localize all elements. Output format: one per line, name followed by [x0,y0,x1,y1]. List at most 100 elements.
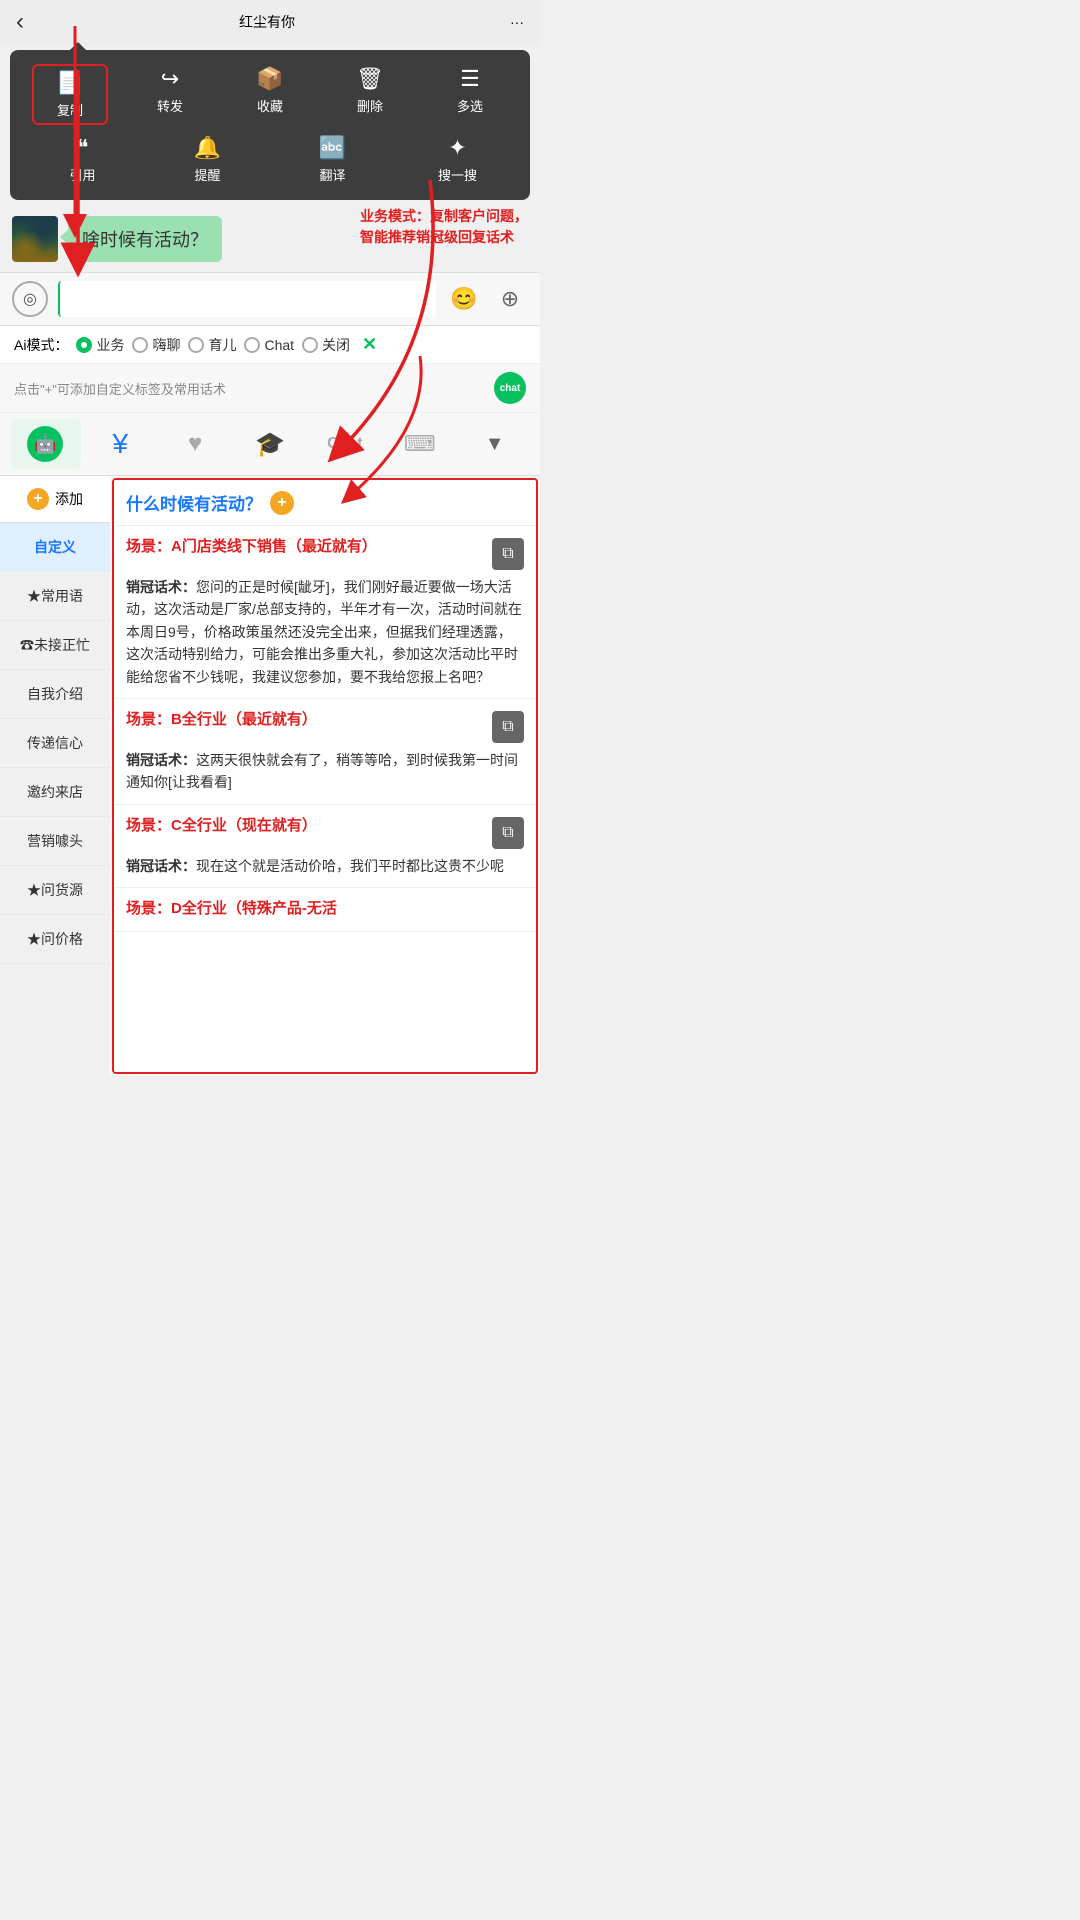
ai-mode-bar: Ai模式： 业务 嗨聊 育儿 Chat 关闭 ✕ [0,326,540,364]
sidebar-item-price[interactable]: ★问价格 [0,915,110,964]
toolbar-keyboard[interactable]: ⌨ [384,419,455,469]
sidebar-item-common[interactable]: ★常用语 [0,572,110,621]
toolbar-chat-text[interactable]: Chat [309,419,380,469]
menu-item-collect[interactable]: 📦 收藏 [234,66,306,123]
radio-parenting[interactable] [188,337,204,353]
copy-a-button[interactable]: ⧉ [492,538,524,570]
copy-c-button[interactable]: ⧉ [492,817,524,849]
sidebar-add-button[interactable]: + 添加 [0,476,110,523]
copy-a-icon: ⧉ [502,545,513,563]
menu-item-search[interactable]: ✦ 搜一搜 [422,135,494,184]
collect-label: 收藏 [257,96,283,115]
plus-button[interactable]: ⊕ [492,281,528,317]
toolbar-graduation[interactable]: 🎓 [235,419,306,469]
header: ‹ 红尘有你 ··· [0,0,540,44]
ai-label: Ai模式： [14,335,68,355]
hint-text: 点击"+"可添加自定义标签及常用话术 [14,379,226,398]
voice-icon: ◎ [23,289,37,309]
sidebar-common-label: ★常用语 [27,588,83,604]
sidebar-item-confidence[interactable]: 传递信心 [0,719,110,768]
delete-icon: 🗑 [356,66,384,92]
emoji-icon: 😊 [450,286,477,312]
sidebar-custom-label: 自定义 [34,539,76,555]
delete-label: 删除 [357,96,383,115]
chat-bubble: 啥时候有活动？ [68,216,222,262]
scenario-a-header: 场景：A门店类线下销售（最近就有） ⧉ [126,536,524,570]
mode-parenting-label: 育儿 [208,335,236,355]
sidebar-item-busy[interactable]: ☎未接正忙 [0,621,110,670]
chat-text-label: Chat [327,435,363,453]
remind-label: 提醒 [194,165,220,184]
sidebar-item-intro[interactable]: 自我介绍 [0,670,110,719]
scenario-b-title: 场景：B全行业（最近就有） [126,709,484,730]
radio-off[interactable] [302,337,318,353]
back-button[interactable]: ‹ [16,8,24,36]
sidebar-confidence-label: 传递信心 [27,735,83,751]
scenario-b: 场景：B全行业（最近就有） ⧉ 销冠话术：这两天很快就会有了，稍等等哈，到时候我… [114,699,536,805]
mode-business-label: 业务 [96,335,124,355]
sidebar-item-source[interactable]: ★问货源 [0,866,110,915]
menu-row-1: 📄 复制 ↪ 转发 📦 收藏 🗑 删除 ☰ 多选 [10,60,530,129]
header-title: 红尘有你 [239,12,295,32]
toolbar-heart[interactable]: ♥ [160,419,231,469]
more-button[interactable]: ··· [510,14,524,30]
menu-item-multiselect[interactable]: ☰ 多选 [434,66,506,123]
yuan-icon: ¥ [113,428,129,460]
toolbar-robot[interactable]: 🤖 [10,419,81,469]
radio-chat[interactable] [244,337,260,353]
close-ai-button[interactable]: ✕ [362,334,377,355]
menu-item-quote[interactable]: ❝ 引用 [47,135,119,184]
plus-icon: ⊕ [501,286,519,312]
multiselect-label: 多选 [457,96,483,115]
mode-off[interactable]: 关闭 [302,335,350,355]
sidebar-busy-label: ☎未接正忙 [20,637,90,653]
main-content: + 添加 自定义 ★常用语 ☎未接正忙 自我介绍 传递信心 邀约来店 营销噱 [0,476,540,1076]
message-input[interactable] [58,281,436,317]
copy-b-icon: ⧉ [502,718,513,736]
sidebar-item-invite[interactable]: 邀约来店 [0,768,110,817]
context-menu: 📄 复制 ↪ 转发 📦 收藏 🗑 删除 ☰ 多选 ❝ 引用 [10,50,530,200]
avatar [12,216,58,262]
scenario-b-content: 销冠话术：这两天很快就会有了，稍等等哈，到时候我第一时间通知你[让我看看] [126,749,524,794]
quote-label: 引用 [69,165,95,184]
mode-off-label: 关闭 [322,335,350,355]
add-circle-icon: + [27,488,49,510]
menu-item-delete[interactable]: 🗑 删除 [334,66,406,123]
hint-bar: 点击"+"可添加自定义标签及常用话术 chat [0,364,540,413]
down-arrow-icon: ▼ [485,433,505,456]
sidebar-marketing-label: 营销噱头 [27,833,83,849]
toolbar-down-arrow[interactable]: ▼ [459,419,530,469]
sidebar: + 添加 自定义 ★常用语 ☎未接正忙 自我介绍 传递信心 邀约来店 营销噱 [0,476,110,1076]
menu-item-forward[interactable]: ↪ 转发 [134,66,206,123]
mode-parenting[interactable]: 育儿 [188,335,236,355]
multiselect-icon: ☰ [460,66,480,92]
toolbar-yuan[interactable]: ¥ [85,419,156,469]
scenario-c-label: 销冠话术： [126,858,196,874]
quote-icon: ❝ [77,135,89,161]
voice-button[interactable]: ◎ [12,281,48,317]
scenario-d-header: 场景：D全行业（特殊产品-无活 [126,898,524,919]
add-yellow-button[interactable]: + [270,491,294,515]
sidebar-item-custom[interactable]: 自定义 [0,523,110,572]
forward-label: 转发 [157,96,183,115]
scenario-a-label: 销冠话术： [126,579,196,595]
radio-business[interactable] [76,337,92,353]
menu-item-remind[interactable]: 🔔 提醒 [172,135,244,184]
menu-item-translate[interactable]: 🔤 翻译 [297,135,369,184]
scenario-d-title: 场景：D全行业（特殊产品-无活 [126,898,524,919]
search-label: 搜一搜 [438,165,477,184]
annotation-text: 业务模式：复制客户问题，智能推荐销冠级回复话术 [360,206,528,248]
chat-section: 啥时候有活动？ 业务模式：复制客户问题，智能推荐销冠级回复话术 [0,206,540,272]
mode-chat[interactable]: Chat [244,337,294,353]
menu-row-2: ❝ 引用 🔔 提醒 🔤 翻译 ✦ 搜一搜 [10,129,530,190]
mode-haichat[interactable]: 嗨聊 [132,335,180,355]
radio-haichat[interactable] [132,337,148,353]
sidebar-item-marketing[interactable]: 营销噱头 [0,817,110,866]
copy-b-button[interactable]: ⧉ [492,711,524,743]
robot-badge: 🤖 [27,426,63,462]
translate-icon: 🔤 [319,135,346,161]
menu-item-copy[interactable]: 📄 复制 [34,66,106,123]
emoji-button[interactable]: 😊 [446,281,482,317]
heart-icon: ♥ [188,430,202,458]
mode-business[interactable]: 业务 [76,335,124,355]
